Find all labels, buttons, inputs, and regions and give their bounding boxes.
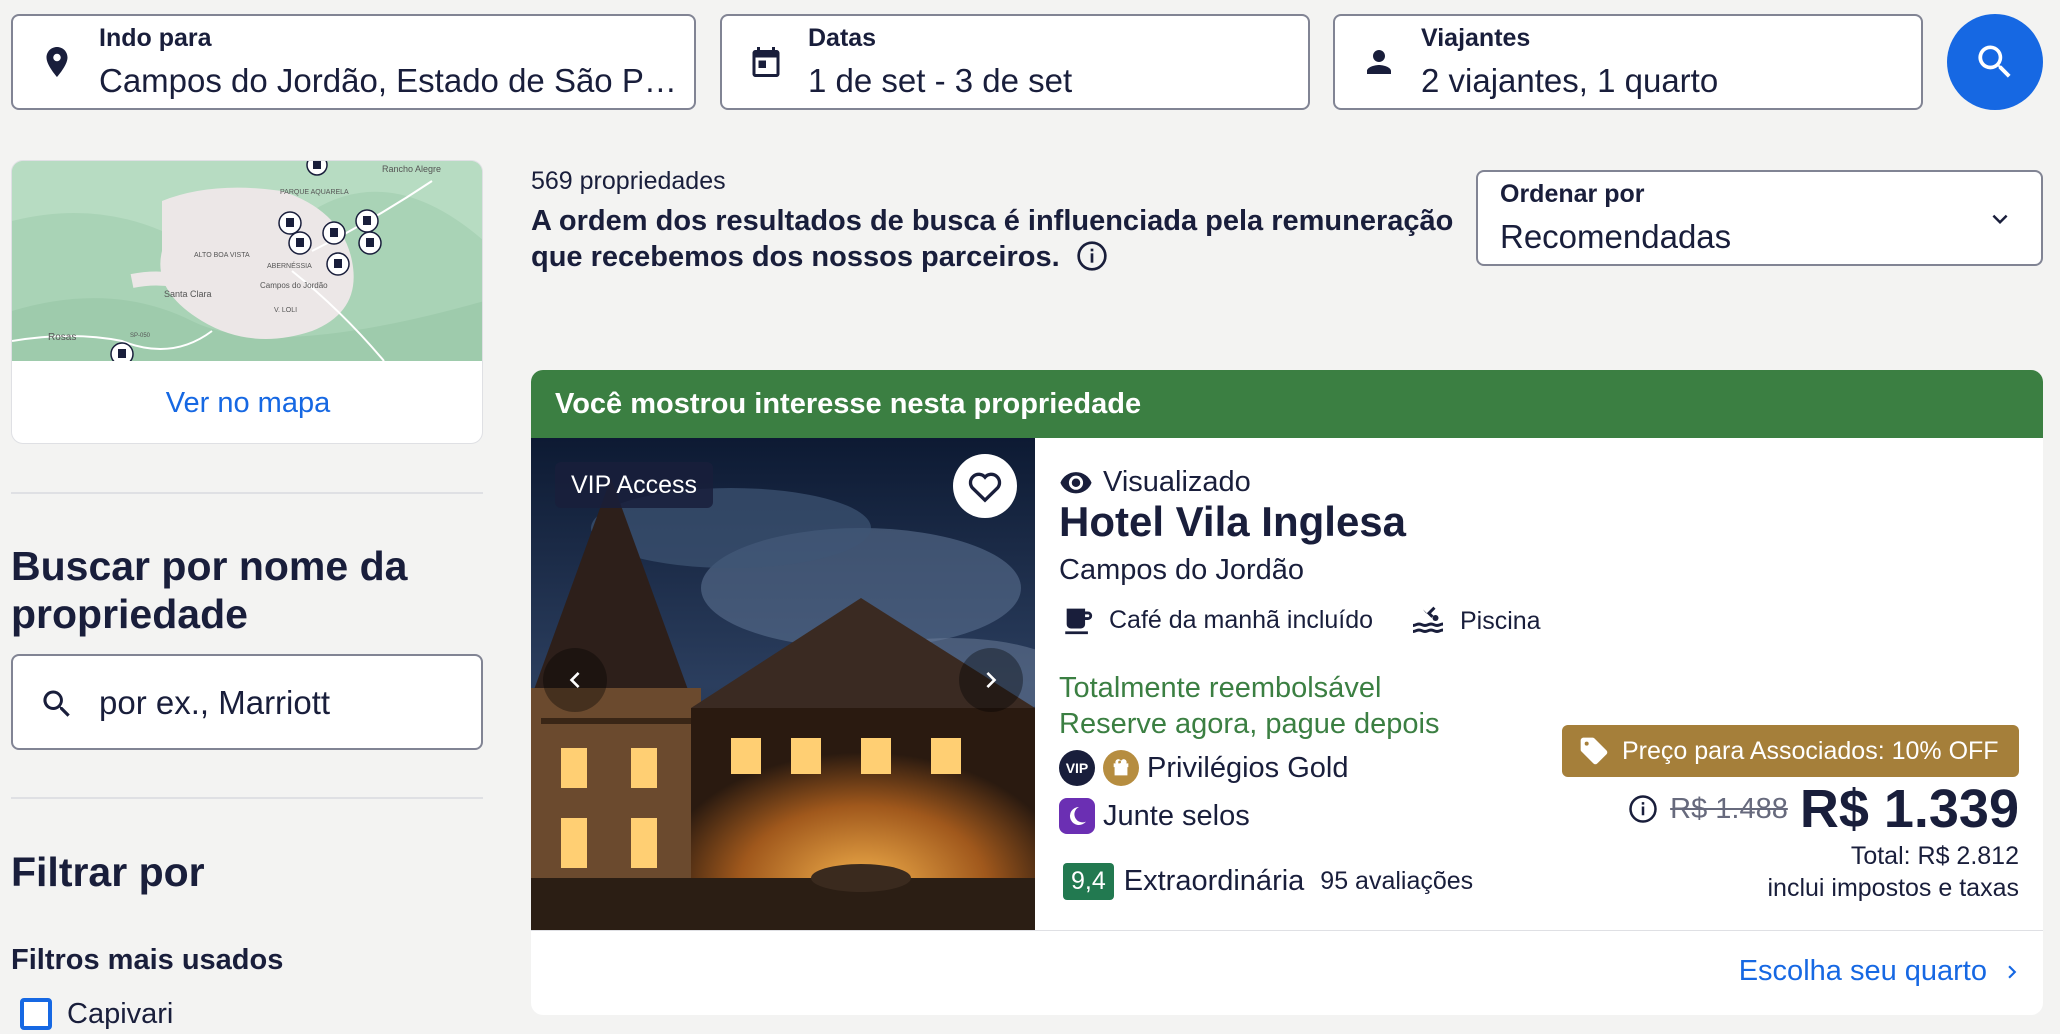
dates-label: Datas [808,24,877,52]
destination-field[interactable]: Indo para Campos do Jordão, Estado de Sã… [11,14,696,110]
filter-label-capivari[interactable]: Capivari [67,998,173,1031]
rating-label: Extraordinária [1123,865,1305,897]
amenity-pool: Piscina [1410,603,1541,639]
property-name-search-input[interactable] [99,678,459,728]
heart-icon [968,472,1002,503]
chevron-down-icon [1992,214,2008,224]
travelers-label: Viajantes [1421,24,1531,52]
map-label: Rancho Alegre [382,164,441,174]
person-icon [1367,50,1391,74]
review-count: 95 avaliações [1320,867,1474,895]
price-row: R$ 1.488 R$ 1.339 [1628,778,2019,840]
refundable-text: Totalmente reembolsável [1059,672,1382,704]
info-icon[interactable] [1076,240,1108,272]
map-label: Campos do Jordão [260,281,328,290]
filter-checkbox-capivari[interactable] [20,998,52,1030]
chevron-right-icon [986,672,997,688]
amenity-label: Piscina [1460,606,1541,635]
total-price: Total: R$ 2.812 [1850,842,2019,870]
favorite-button[interactable] [953,454,1017,518]
destination-value: Campos do Jordão, Estado de São Pa... [99,62,679,99]
amenity-label: Café da manhã incluído [1109,605,1374,634]
travelers-field[interactable]: Viajantes 2 viajantes, 1 quarto [1333,14,1923,110]
sort-label: Ordenar por [1500,180,1645,208]
map-label: V. LOLI [274,307,297,314]
tag-icon [1580,737,1608,765]
amenity-breakfast: Café da manhã incluído [1061,603,1373,637]
divider [531,930,2043,931]
search-icon [1978,45,2011,78]
dates-value: 1 de set - 3 de set [808,62,1073,99]
location-pin-icon [46,47,68,77]
map-label: Rosas [48,332,76,343]
map-preview-card[interactable]: PARQUE AQUARELA Rancho Alegre ALTO BOA V… [11,160,483,444]
pay-later-text: Reserve agora, pague depois [1059,708,1440,740]
hotel-name[interactable]: Hotel Vila Inglesa [1059,498,1406,546]
travelers-value: 2 viajantes, 1 quarto [1421,62,1719,99]
stamps-row: Junte selos [1059,798,1250,834]
filter-by-heading: Filtrar por [11,849,205,895]
property-name-search-field[interactable] [11,654,483,750]
loyalty-tier: VIP Privilégios Gold [1059,750,1348,786]
property-name-search-heading: Buscar por nome da propriedade [11,543,408,637]
eye-icon [1060,472,1092,494]
results-count: 569 propriedades [531,167,726,195]
chevron-right-icon [2008,965,2017,978]
rating-score: 9,4 [1063,863,1114,900]
vip-badge-icon: VIP [1059,750,1095,786]
moon-icon [1059,798,1095,834]
search-button[interactable] [1947,14,2043,110]
hotel-location: Campos do Jordão [1059,554,1305,586]
viewed-label: Visualizado [1103,465,1251,498]
loyalty-label: Privilégios Gold [1147,751,1349,784]
results-disclaimer: A ordem dos resultados de busca é influe… [531,203,1461,275]
choose-room-label: Escolha seu quarto [1738,955,1987,987]
view-map-link[interactable]: Ver no mapa [12,361,482,443]
popular-filters-heading: Filtros mais usados [11,944,284,976]
map-label: ABERNÉSSIA [267,261,312,270]
original-price: R$ 1.488 [1670,792,1788,825]
member-price-badge: Preço para Associados: 10% OFF [1562,725,2019,777]
member-price-label: Preço para Associados: 10% OFF [1622,736,1999,765]
viewed-indicator: Visualizado [1059,465,1251,499]
property-photo[interactable]: VIP Access [531,438,1035,930]
destination-label: Indo para [99,24,212,52]
previous-photo-button[interactable] [543,648,607,712]
guest-rating: 9,4 Extraordinária 95 avaliações [1063,863,1473,900]
coffee-cup-icon [1065,608,1093,635]
divider [11,797,483,799]
map-label: ALTO BOA VISTA [194,252,250,259]
property-card[interactable]: Você mostrou interesse nesta propriedade [531,370,2043,1015]
sort-value: Recomendadas [1500,218,1732,255]
info-icon[interactable] [1628,794,1658,824]
map-label: Santa Clara [164,289,212,299]
gift-icon [1103,750,1139,786]
search-icon [43,690,70,717]
vip-access-tag: VIP Access [555,462,713,508]
pool-icon [1413,606,1443,633]
map-label: SP-050 [130,333,151,339]
sort-dropdown[interactable]: Ordenar por Recomendadas [1476,170,2043,266]
chevron-left-icon [569,672,580,688]
calendar-icon [752,47,780,77]
interest-banner: Você mostrou interesse nesta propriedade [531,370,2043,438]
disclaimer-text: A ordem dos resultados de busca é influe… [531,205,1454,273]
map-label: PARQUE AQUARELA [280,189,349,196]
dates-field[interactable]: Datas 1 de set - 3 de set [720,14,1310,110]
choose-room-link[interactable]: Escolha seu quarto [1739,955,2025,988]
current-price: R$ 1.339 [1799,779,2019,839]
divider [11,492,483,494]
stamps-label: Junte selos [1103,799,1250,832]
next-photo-button[interactable] [959,648,1023,712]
taxes-note: inclui impostos e taxas [1767,874,2019,902]
map-thumbnail[interactable]: PARQUE AQUARELA Rancho Alegre ALTO BOA V… [12,161,483,361]
